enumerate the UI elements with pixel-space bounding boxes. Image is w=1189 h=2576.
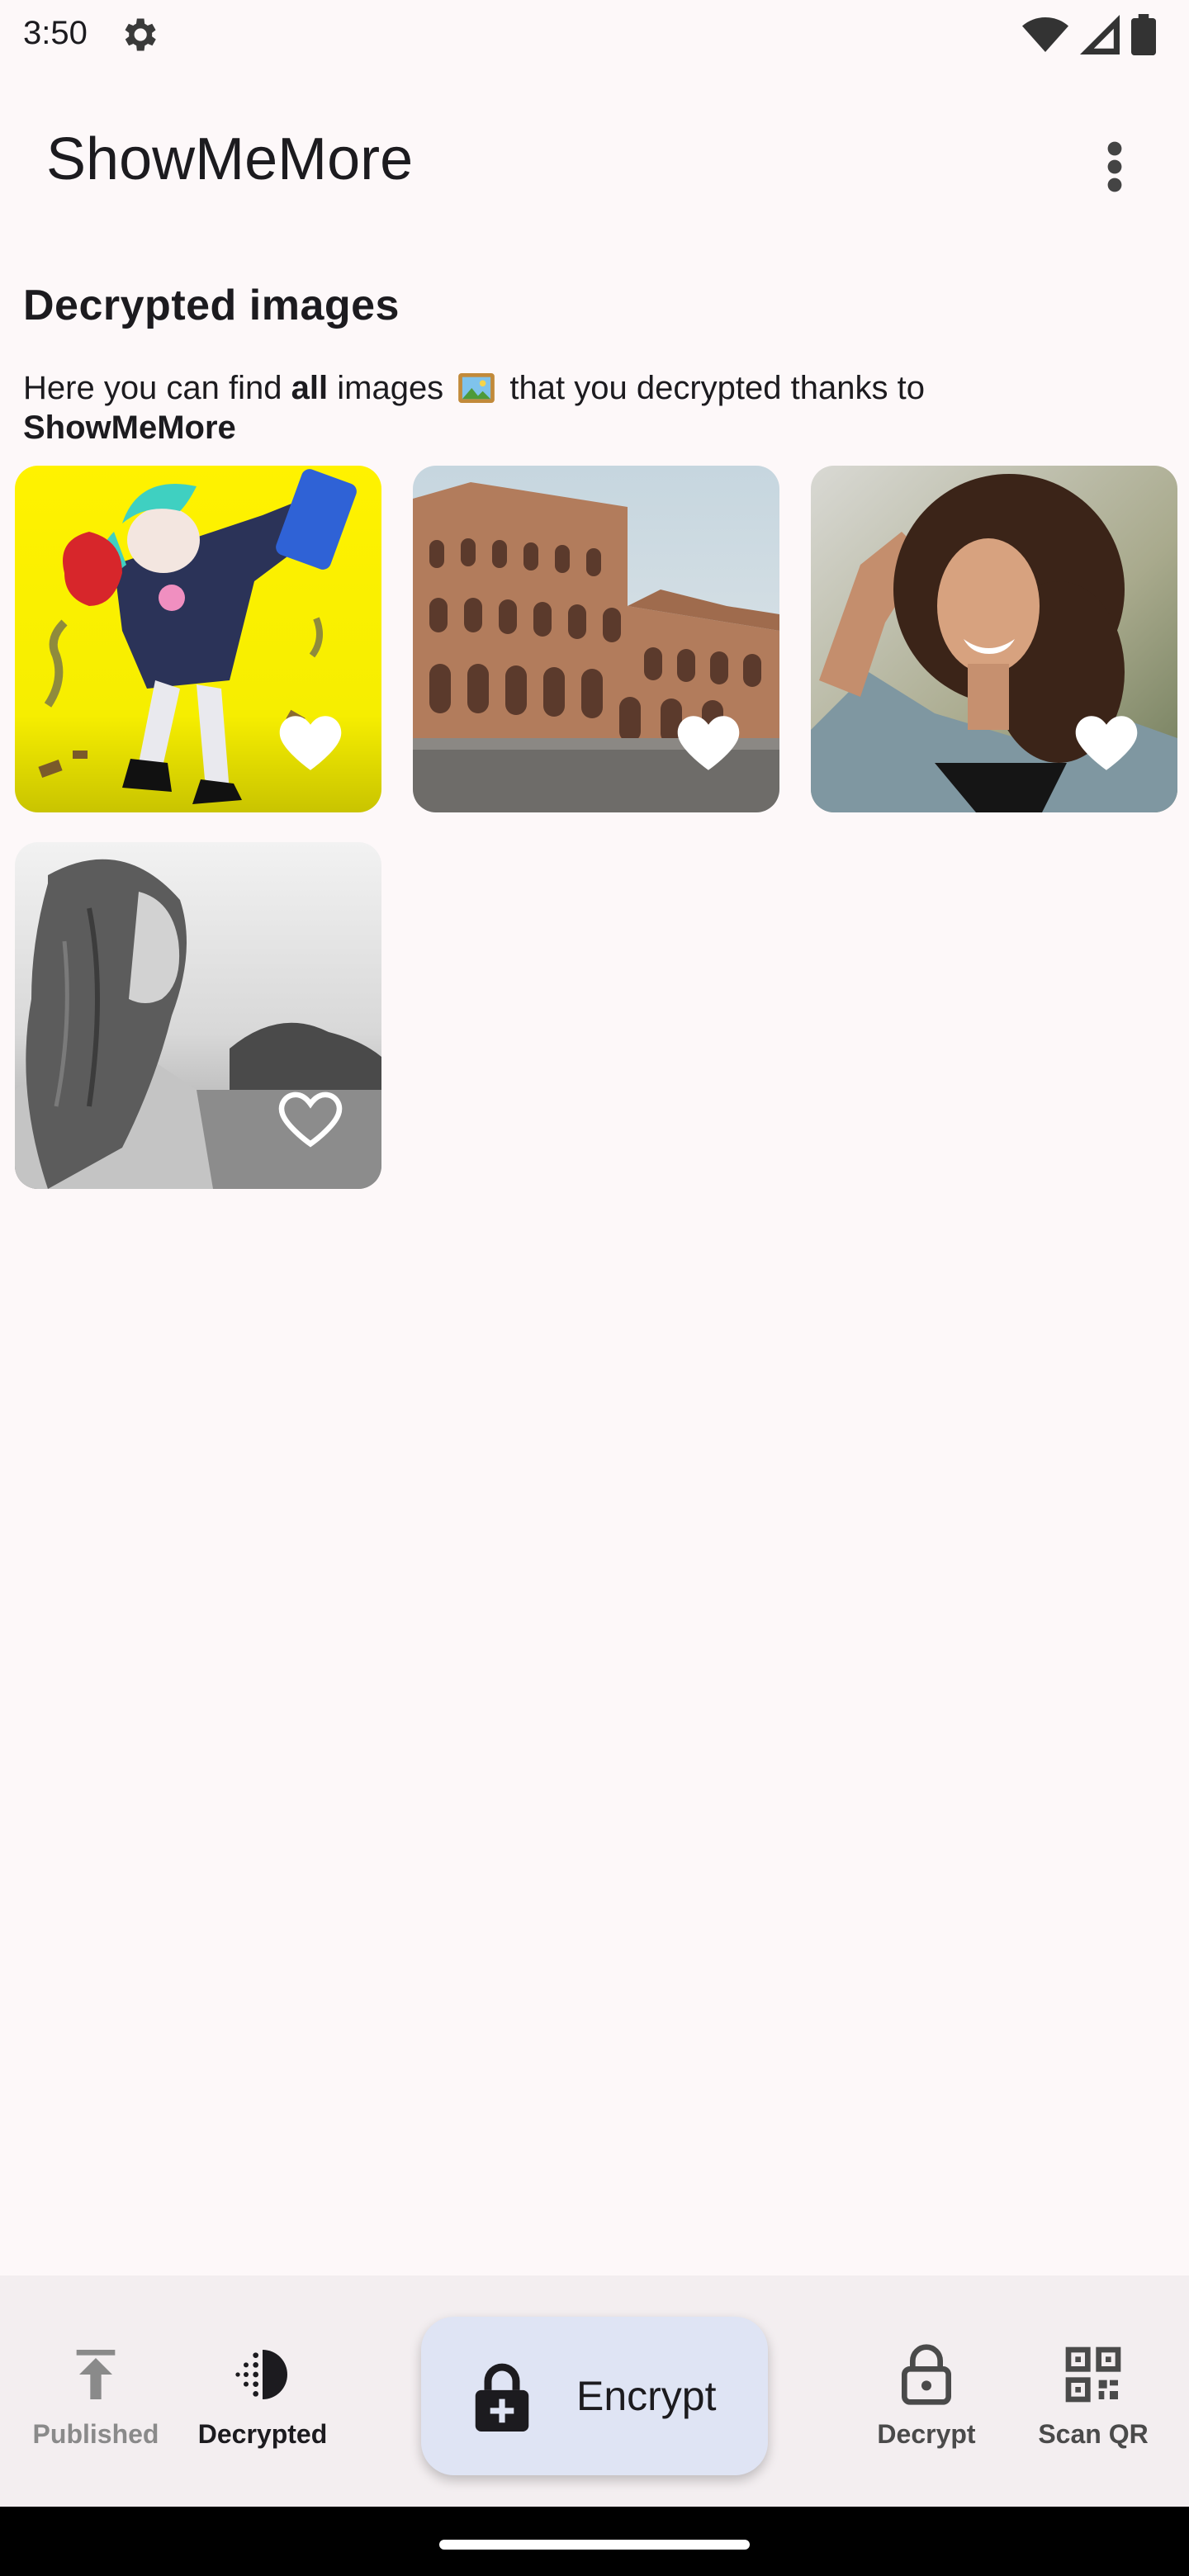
lock-open-icon (902, 2344, 951, 2405)
nav-item-scan-qr[interactable]: Scan QR (1011, 2342, 1176, 2450)
status-bar: 3:50 (0, 0, 1189, 69)
settings-gear-icon (125, 18, 156, 51)
nav-label-decrypt: Decrypt (877, 2419, 976, 2449)
fab-label: Encrypt (576, 2373, 717, 2419)
image-tile[interactable] (15, 466, 381, 812)
more-vert-icon (1107, 141, 1122, 192)
favorite-outline-icon[interactable] (277, 1090, 343, 1149)
nav-label-published: Published (32, 2419, 159, 2449)
nav-item-decrypted[interactable]: Decrypted (180, 2342, 345, 2450)
framed-picture-icon (458, 372, 495, 404)
wifi-icon (1022, 17, 1068, 52)
decrypted-icon (235, 2350, 287, 2399)
cell-signal-icon (1080, 15, 1120, 54)
image-tile[interactable] (811, 466, 1177, 812)
nav-label-scan-qr: Scan QR (1038, 2419, 1149, 2449)
app-title: ShowMeMore (46, 126, 414, 192)
desc-text: images (328, 370, 453, 406)
nav-label-decrypted: Decrypted (197, 2419, 328, 2449)
favorite-filled-icon[interactable] (1073, 713, 1139, 773)
system-gesture-bar (0, 2507, 1189, 2576)
upload-icon (76, 2350, 116, 2399)
top-app-bar: ShowMeMore (0, 116, 1189, 208)
overflow-menu-button[interactable] (1090, 134, 1139, 200)
lock-add-icon (475, 2363, 529, 2432)
qr-scan-icon (1065, 2346, 1121, 2403)
status-time: 3:50 (23, 15, 88, 51)
section-title: Decrypted images (23, 282, 400, 329)
image-tile[interactable] (413, 466, 779, 812)
favorite-filled-icon[interactable] (675, 713, 741, 773)
home-gesture-handle[interactable] (439, 2540, 750, 2550)
nav-item-decrypt[interactable]: Decrypt (844, 2342, 1009, 2450)
image-tile[interactable] (15, 842, 381, 1189)
nav-item-published[interactable]: Published (13, 2342, 178, 2450)
desc-bold-app-name: ShowMeMore (23, 410, 236, 446)
encrypt-fab-button[interactable]: Encrypt (421, 2317, 768, 2475)
desc-text: that you decrypted thanks to (500, 370, 925, 406)
desc-text: Here you can find (23, 370, 291, 406)
favorite-filled-icon[interactable] (277, 713, 343, 773)
battery-icon (1131, 14, 1156, 55)
bottom-navigation-bar: Published Decrypted Encrypt Decrypt Scan… (0, 2275, 1189, 2507)
desc-bold-all: all (291, 370, 329, 406)
section-description: Here you can find all images that you de… (23, 368, 1163, 447)
